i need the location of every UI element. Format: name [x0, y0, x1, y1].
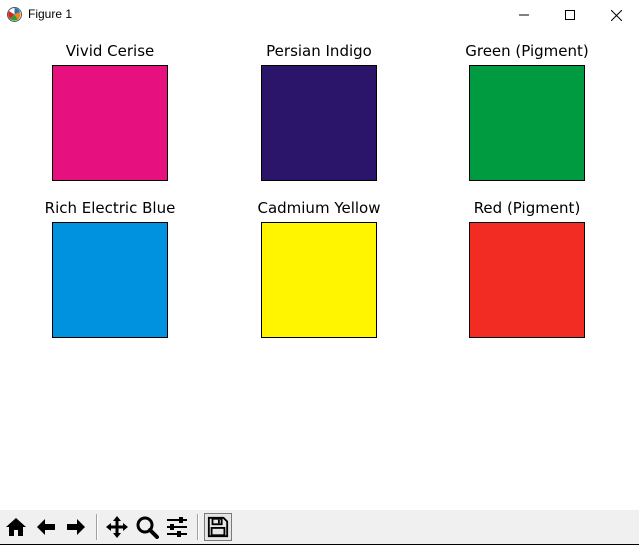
zoom-icon	[136, 516, 159, 539]
save-icon	[207, 516, 229, 538]
title-bar: Figure 1	[0, 0, 639, 30]
close-button[interactable]	[593, 0, 639, 30]
swatch-title: Green (Pigment)	[465, 42, 589, 60]
toolbar-separator	[197, 514, 199, 540]
configure-subplots-icon	[167, 517, 187, 537]
pan-icon	[106, 516, 128, 538]
home-button[interactable]	[2, 513, 30, 541]
window-title: Figure 1	[28, 7, 73, 21]
swatch-title: Rich Electric Blue	[44, 199, 176, 217]
swatch-title: Persian Indigo	[266, 42, 372, 60]
navigation-toolbar	[0, 510, 639, 545]
configure-subplots-button[interactable]	[163, 513, 191, 541]
zoom-button[interactable]	[133, 513, 161, 541]
back-button[interactable]	[32, 513, 60, 541]
minimize-button[interactable]	[501, 0, 547, 30]
swatch-title: Vivid Cerise	[65, 42, 155, 60]
color-swatch	[469, 222, 585, 338]
color-swatch	[52, 65, 168, 181]
back-icon	[37, 519, 55, 535]
pan-button[interactable]	[103, 513, 131, 541]
matplotlib-icon	[7, 7, 22, 22]
swatch-title: Cadmium Yellow	[257, 199, 381, 217]
forward-button[interactable]	[62, 513, 90, 541]
swatch-title: Red (Pigment)	[473, 199, 581, 217]
save-button[interactable]	[204, 513, 232, 541]
color-swatch	[52, 222, 168, 338]
figure-window: Figure 1 Vivid Cerise Persian Indigo Gre…	[0, 0, 639, 545]
minimize-icon	[519, 14, 529, 16]
toolbar-separator	[96, 514, 98, 540]
forward-icon	[67, 519, 85, 535]
color-swatch	[261, 65, 377, 181]
maximize-button[interactable]	[547, 0, 593, 30]
color-swatch	[261, 222, 377, 338]
figure-canvas[interactable]: Vivid Cerise Persian Indigo Green (Pigme…	[0, 30, 639, 510]
maximize-icon	[565, 10, 575, 20]
close-icon	[610, 9, 622, 21]
color-swatch	[469, 65, 585, 181]
home-icon	[6, 518, 26, 536]
